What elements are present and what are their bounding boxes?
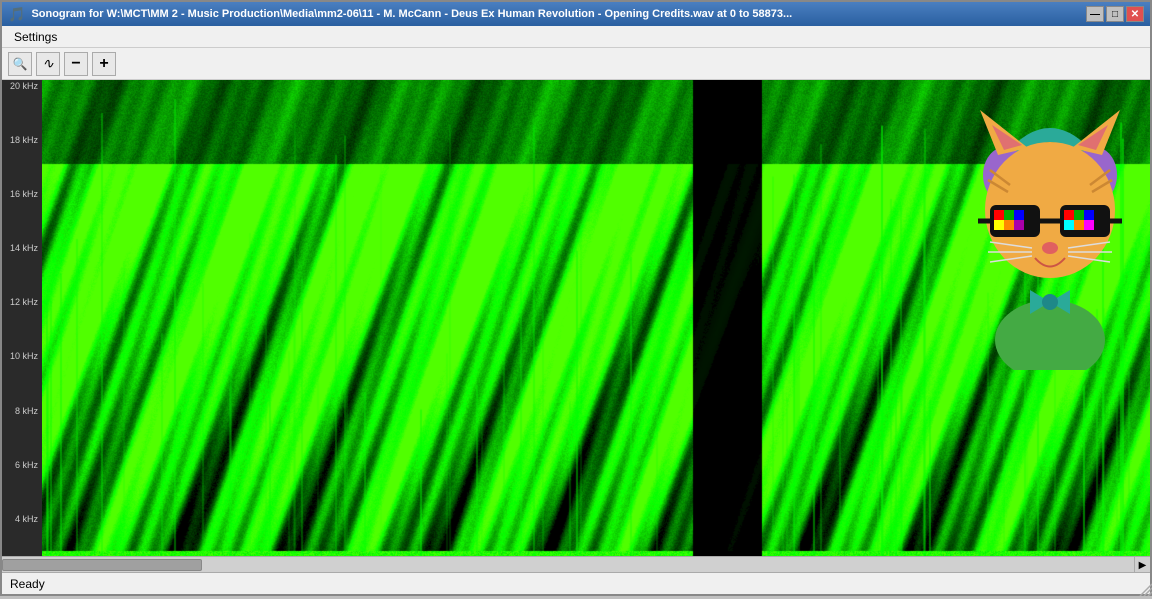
minimize-button[interactable]: — [1086, 6, 1104, 22]
title-bar-left: 🎵 Sonogram for W:\MCT\MM 2 - Music Produ… [8, 6, 792, 23]
window-title: Sonogram for W:\MCT\MM 2 - Music Product… [31, 8, 792, 20]
freq-label-6k-1: 6 kHz [2, 461, 42, 470]
zoom-out-button[interactable]: − [64, 52, 88, 76]
settings-menu[interactable]: Settings [6, 28, 65, 46]
freq-label-12k-1: 12 kHz [2, 298, 42, 307]
app-icon: 🎵 [8, 6, 25, 23]
mascot-svg [960, 80, 1140, 370]
scrollbar-thumb[interactable] [2, 559, 202, 571]
zoom-tool-button[interactable]: 🔍 [8, 52, 32, 76]
app-window: 🎵 Sonogram for W:\MCT\MM 2 - Music Produ… [0, 0, 1152, 596]
title-bar: 🎵 Sonogram for W:\MCT\MM 2 - Music Produ… [2, 2, 1150, 26]
freq-label-4k-1: 4 kHz [2, 515, 42, 524]
menu-bar: Settings [2, 26, 1150, 48]
resize-icon [1136, 580, 1152, 596]
freq-label-18k-1: 18 kHz [2, 136, 42, 145]
title-controls: — □ ✕ [1086, 6, 1144, 22]
y-axis-1: 20 kHz 18 kHz 16 kHz 14 kHz 12 kHz 10 kH… [2, 80, 42, 556]
zoom-in-button[interactable]: + [92, 52, 116, 76]
main-content: 20 kHz 18 kHz 16 kHz 14 kHz 12 kHz 10 kH… [2, 80, 1150, 556]
close-button[interactable]: ✕ [1126, 6, 1144, 22]
scrollbar-track[interactable] [2, 557, 1134, 572]
mascot [960, 80, 1140, 370]
freq-label-14k-1: 14 kHz [2, 244, 42, 253]
freq-label-8k-1: 8 kHz [2, 407, 42, 416]
freq-label-16k-1: 16 kHz [2, 190, 42, 199]
status-text: Ready [10, 577, 45, 591]
scrollbar-area[interactable]: ▶ [2, 556, 1150, 572]
freq-label-10k-1: 10 kHz [2, 352, 42, 361]
maximize-button[interactable]: □ [1106, 6, 1124, 22]
freq-label-20k-1: 20 kHz [2, 82, 42, 91]
toolbar: 🔍 ∿ − + [2, 48, 1150, 80]
status-bar: Ready [2, 572, 1150, 594]
scroll-right-button[interactable]: ▶ [1134, 557, 1150, 573]
resize-handle[interactable] [1136, 580, 1152, 596]
wave-tool-button[interactable]: ∿ [36, 52, 60, 76]
